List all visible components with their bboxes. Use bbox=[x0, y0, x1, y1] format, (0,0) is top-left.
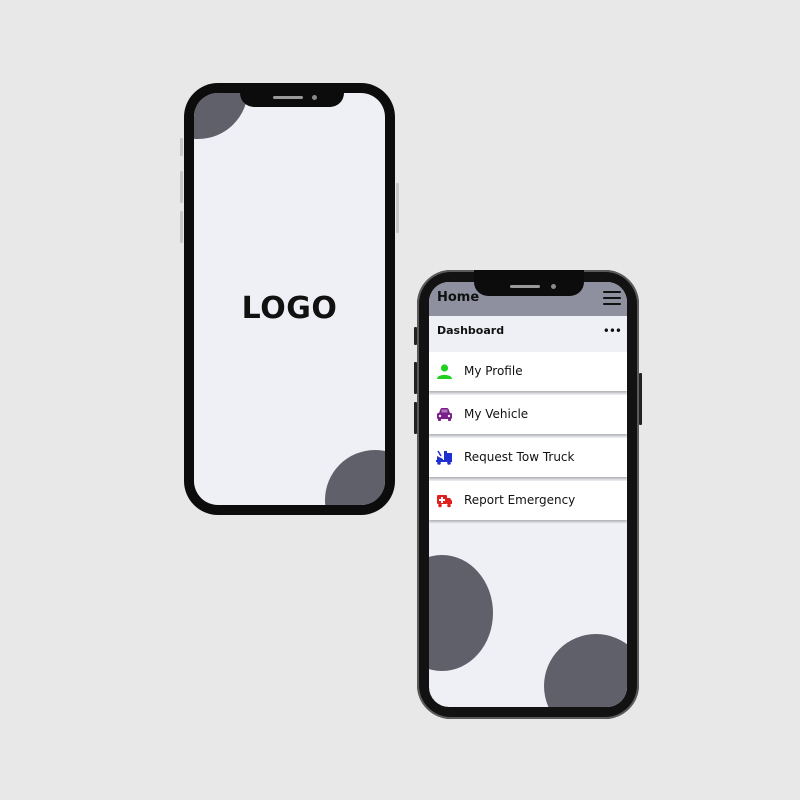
mute-switch bbox=[180, 138, 183, 156]
page-title: Home bbox=[437, 290, 480, 305]
volume-down-button bbox=[180, 211, 183, 243]
menu-item-label: Report Emergency bbox=[464, 493, 576, 507]
menu-item-label: Request Tow Truck bbox=[464, 450, 575, 464]
splash-phone: LOGO bbox=[180, 83, 399, 515]
menu-item-label: My Vehicle bbox=[464, 407, 529, 421]
more-options-icon[interactable]: ••• bbox=[603, 324, 622, 338]
section-header: Dashboard ••• bbox=[429, 320, 627, 338]
front-camera bbox=[312, 95, 317, 100]
dashboard-screen: Home Dashboard ••• My Profile My Vehicle… bbox=[429, 282, 627, 707]
section-title: Dashboard bbox=[437, 324, 505, 337]
decorative-circle-bottom-right bbox=[544, 634, 627, 707]
car-icon bbox=[437, 408, 452, 421]
person-icon bbox=[437, 364, 452, 379]
decorative-circle-left bbox=[429, 555, 493, 671]
front-camera bbox=[551, 284, 556, 289]
notch bbox=[474, 270, 584, 296]
menu-item-my-profile[interactable]: My Profile bbox=[429, 352, 627, 391]
tow-truck-icon bbox=[436, 450, 452, 465]
speaker bbox=[510, 285, 540, 288]
dashboard-phone: Home Dashboard ••• My Profile My Vehicle… bbox=[414, 270, 642, 719]
power-button bbox=[639, 373, 642, 425]
mockup-stage: LOGO Home Dashboard ••• My Profile My Ve… bbox=[0, 0, 800, 800]
corner-circle-bottom-right bbox=[325, 450, 385, 505]
menu-item-my-vehicle[interactable]: My Vehicle bbox=[429, 395, 627, 434]
menu-item-request-tow-truck[interactable]: Request Tow Truck bbox=[429, 438, 627, 477]
dashboard-menu: My Profile My Vehicle Request Tow Truck … bbox=[429, 352, 627, 524]
volume-up-button bbox=[414, 362, 417, 394]
corner-circle-top-left bbox=[194, 93, 248, 139]
menu-icon[interactable] bbox=[603, 291, 621, 305]
menu-item-report-emergency[interactable]: Report Emergency bbox=[429, 481, 627, 520]
splash-screen: LOGO bbox=[194, 93, 385, 505]
volume-up-button bbox=[180, 171, 183, 203]
volume-down-button bbox=[414, 402, 417, 434]
ambulance-icon bbox=[437, 495, 452, 508]
notch bbox=[240, 83, 344, 107]
menu-item-label: My Profile bbox=[464, 364, 523, 378]
power-button bbox=[396, 183, 399, 233]
speaker bbox=[273, 96, 303, 99]
mute-switch bbox=[414, 327, 417, 345]
logo: LOGO bbox=[241, 291, 338, 326]
